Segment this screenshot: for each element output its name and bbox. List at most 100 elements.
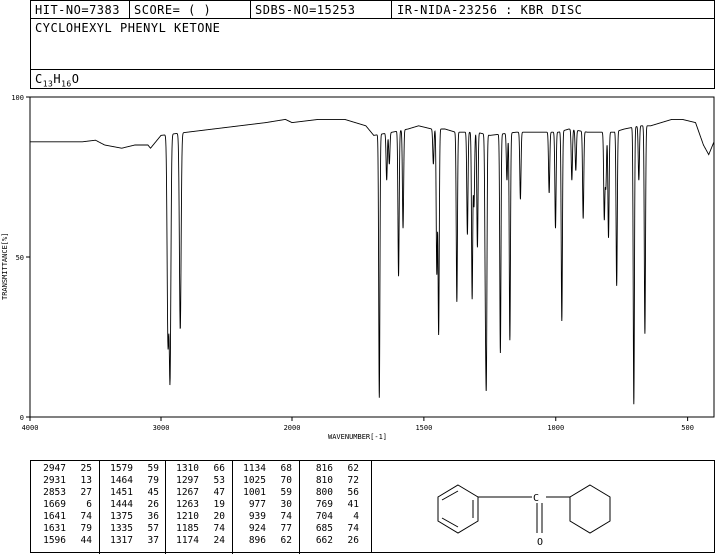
peak-row: 1210 20 bbox=[169, 511, 225, 523]
peak-transmittance: 24 bbox=[213, 535, 225, 546]
peak-row: 924 77 bbox=[236, 523, 292, 535]
peak-transmittance: 26 bbox=[347, 535, 359, 546]
peak-row: 1025 70 bbox=[236, 475, 292, 487]
peak-row: 1631 79 bbox=[36, 523, 92, 535]
peak-transmittance: 74 bbox=[347, 523, 359, 534]
peak-transmittance: 74 bbox=[280, 511, 292, 522]
peak-column: 1579 59 1464 79 1451 45 1444 26 1375 36 1335 57 1317… bbox=[103, 463, 159, 547]
peak-transmittance: 57 bbox=[147, 523, 159, 534]
peak-transmittance: 27 bbox=[80, 487, 92, 498]
peak-row: 1375 36 bbox=[103, 511, 159, 523]
peak-row: 2853 27 bbox=[36, 487, 92, 499]
peak-wavenumber: 2853 bbox=[43, 487, 66, 498]
peak-wavenumber: 1631 bbox=[43, 523, 66, 534]
peak-transmittance: 36 bbox=[147, 511, 159, 522]
peak-transmittance: 25 bbox=[80, 463, 92, 474]
peak-row: 685 74 bbox=[303, 523, 359, 535]
peak-row: 1451 45 bbox=[103, 487, 159, 499]
peak-row: 1174 24 bbox=[169, 535, 225, 547]
carbonyl-carbon-label: C bbox=[533, 493, 539, 504]
peak-column: 2947 25 2931 13 2853 27 1669 6 1641 74 1631 79 1596 4… bbox=[36, 463, 92, 547]
oxygen-label: O bbox=[537, 537, 543, 548]
peak-wavenumber: 1579 bbox=[110, 463, 133, 474]
peak-wavenumber: 1185 bbox=[176, 523, 199, 534]
benzene-ring bbox=[437, 484, 479, 534]
peak-row: 1317 37 bbox=[103, 535, 159, 547]
peak-row: 769 41 bbox=[303, 499, 359, 511]
peak-wavenumber: 1267 bbox=[176, 487, 199, 498]
peak-wavenumber: 1210 bbox=[176, 511, 199, 522]
peak-wavenumber: 1641 bbox=[43, 511, 66, 522]
peak-wavenumber: 1263 bbox=[176, 499, 199, 510]
column-divider bbox=[99, 461, 100, 554]
cyclohexane-ring bbox=[569, 484, 611, 534]
peak-wavenumber: 800 bbox=[315, 487, 333, 498]
peak-transmittance: 72 bbox=[347, 475, 359, 486]
peak-column: 1134 68 1025 70 1001 59 977 30 939 74 924 77 896 62 bbox=[236, 463, 292, 547]
peak-row: 2931 13 bbox=[36, 475, 92, 487]
peak-wavenumber: 1174 bbox=[176, 535, 199, 546]
x-tick-label: 1500 bbox=[415, 424, 432, 432]
x-tick-label: 2000 bbox=[284, 424, 301, 432]
peak-wavenumber: 810 bbox=[315, 475, 333, 486]
peak-transmittance: 13 bbox=[80, 475, 92, 486]
column-divider bbox=[165, 461, 166, 554]
peak-wavenumber: 2947 bbox=[43, 463, 66, 474]
peak-row: 1134 68 bbox=[236, 463, 292, 475]
peak-row: 1267 47 bbox=[169, 487, 225, 499]
peak-transmittance: 74 bbox=[80, 511, 92, 522]
ir-spectrum-chart: 100500 4000 3000 2000 1500 1000 500 TRANSMITT… bbox=[1, 94, 715, 441]
peak-wavenumber: 1297 bbox=[176, 475, 199, 486]
peak-wavenumber: 704 bbox=[315, 511, 333, 522]
x-tick-label: 4000 bbox=[22, 424, 39, 432]
peak-transmittance: 45 bbox=[147, 487, 159, 498]
y-tick-label: 50 bbox=[16, 254, 24, 262]
peak-row: 1641 74 bbox=[36, 511, 92, 523]
peak-wavenumber: 769 bbox=[315, 499, 333, 510]
peak-transmittance: 20 bbox=[213, 511, 225, 522]
x-tick-label: 500 bbox=[681, 424, 694, 432]
peak-transmittance: 66 bbox=[213, 463, 225, 474]
peak-wavenumber: 1596 bbox=[43, 535, 66, 546]
peak-table: 2947 25 2931 13 2853 27 1669 6 1641 74 1631 79 1596 4… bbox=[30, 460, 372, 554]
peak-wavenumber: 1317 bbox=[110, 535, 133, 546]
peak-wavenumber: 1464 bbox=[110, 475, 133, 486]
peak-row: 1669 6 bbox=[36, 499, 92, 511]
peak-column: 816 62 810 72 800 56 769 41 704 4 685 74 662 26 bbox=[303, 463, 359, 547]
peak-row: 1596 44 bbox=[36, 535, 92, 547]
peak-transmittance: 41 bbox=[347, 499, 359, 510]
peak-transmittance: 47 bbox=[213, 487, 225, 498]
peak-row: 1444 26 bbox=[103, 499, 159, 511]
peak-row: 896 62 bbox=[236, 535, 292, 547]
peak-row: 977 30 bbox=[236, 499, 292, 511]
peak-wavenumber: 1335 bbox=[110, 523, 133, 534]
peak-wavenumber: 1375 bbox=[110, 511, 133, 522]
peak-wavenumber: 977 bbox=[248, 499, 266, 510]
peak-transmittance: 56 bbox=[347, 487, 359, 498]
peak-transmittance: 79 bbox=[80, 523, 92, 534]
peak-transmittance: 62 bbox=[347, 463, 359, 474]
peak-transmittance: 30 bbox=[280, 499, 292, 510]
peak-transmittance: 77 bbox=[280, 523, 292, 534]
peak-transmittance: 79 bbox=[147, 475, 159, 486]
molecule-structure: C O bbox=[437, 484, 611, 548]
peak-row: 1185 74 bbox=[169, 523, 225, 535]
peak-wavenumber: 924 bbox=[248, 523, 266, 534]
peak-row: 816 62 bbox=[303, 463, 359, 475]
peak-row: 1310 66 bbox=[169, 463, 225, 475]
peak-row: 1001 59 bbox=[236, 487, 292, 499]
x-tick-label: 3000 bbox=[153, 424, 170, 432]
peak-wavenumber: 1451 bbox=[110, 487, 133, 498]
peak-row: 1335 57 bbox=[103, 523, 159, 535]
peak-wavenumber: 1001 bbox=[243, 487, 266, 498]
peak-row: 1263 19 bbox=[169, 499, 225, 511]
column-divider bbox=[232, 461, 233, 554]
peak-transmittance: 4 bbox=[353, 511, 359, 522]
peak-transmittance: 74 bbox=[213, 523, 225, 534]
peak-column: 1310 66 1297 53 1267 47 1263 19 1210 20 1185 74 1174… bbox=[169, 463, 225, 547]
peak-wavenumber: 1025 bbox=[243, 475, 266, 486]
peak-transmittance: 59 bbox=[147, 463, 159, 474]
structure-box: C O bbox=[371, 460, 715, 553]
peak-wavenumber: 939 bbox=[248, 511, 266, 522]
peak-transmittance: 26 bbox=[147, 499, 159, 510]
